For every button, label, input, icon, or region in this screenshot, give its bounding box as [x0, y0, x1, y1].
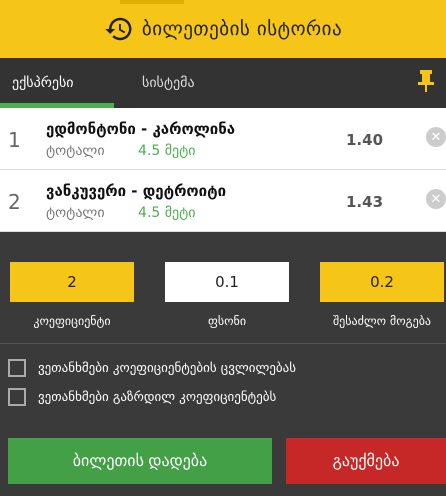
accept-odds-change-label: ვეთანხმები კოეფიციენტების ცვლილებას: [38, 360, 297, 376]
bet-number: 2: [8, 190, 21, 214]
bet-list: 1 ედმონტონი - კაროლინა ტოტალი 4.5 მეტი 1…: [0, 108, 446, 232]
page-header: ბილეთების ისტორია: [0, 0, 446, 58]
accept-odds-change-checkbox[interactable]: [8, 359, 26, 377]
possible-win-value: 0.2: [370, 273, 394, 291]
pin-icon[interactable]: [416, 68, 436, 94]
accept-odds-change-option[interactable]: ვეთანხმები კოეფიციენტების ცვლილებას: [8, 357, 296, 379]
coefficient-value: 2: [67, 273, 77, 291]
cancel-button[interactable]: გაუქმება: [286, 438, 446, 484]
history-icon: [105, 17, 132, 41]
stake-label: ფსონი: [207, 314, 247, 328]
tab-system-label: სისტემა: [142, 75, 195, 91]
bet-pick: 4.5 მეტი: [138, 205, 196, 221]
stake-value: 0.1: [215, 273, 239, 291]
coefficient-label: კოეფიციენტი: [33, 314, 111, 328]
coefficient-box: 2: [10, 262, 134, 302]
bet-row: 2 ვანკუვერი - დეტროიტი ტოტალი 4.5 მეტი 1…: [0, 170, 446, 232]
divider: [0, 343, 446, 344]
remove-bet-icon[interactable]: ✕: [426, 127, 446, 147]
accept-increased-odds-label: ვეთანხმები გაზრდილ კოეფიციენტებს: [38, 389, 277, 405]
stake-input[interactable]: 0.1: [165, 262, 289, 302]
bet-odds: 1.43: [346, 193, 384, 211]
tab-express-label: ექსპრესი: [12, 75, 74, 91]
accept-increased-odds-option[interactable]: ვეთანხმები გაზრდილ კოეფიციენტებს: [8, 386, 276, 408]
place-bet-button[interactable]: ბილეთის დადება: [8, 438, 272, 484]
tab-express[interactable]: ექსპრესი: [12, 58, 74, 108]
remove-bet-icon[interactable]: ✕: [426, 189, 446, 209]
tab-system[interactable]: სისტემა: [142, 58, 195, 108]
tab-bar: ექსპრესი სისტემა: [0, 58, 446, 108]
header-notch: [120, 0, 184, 4]
accept-increased-odds-checkbox[interactable]: [8, 388, 26, 406]
bet-odds: 1.40: [346, 131, 384, 149]
bet-match-title: ვანკუვერი - დეტროიტი: [46, 182, 227, 200]
possible-win-box: 0.2: [320, 262, 444, 302]
bet-number: 1: [8, 128, 21, 152]
bet-row: 1 ედმონტონი - კაროლინა ტოტალი 4.5 მეტი 1…: [0, 108, 446, 170]
possible-win-label: შესაძლო მოგება: [332, 314, 432, 328]
bet-match-title: ედმონტონი - კაროლინა: [46, 120, 236, 138]
bet-market: ტოტალი: [46, 205, 105, 221]
bet-market: ტოტალი: [46, 143, 105, 159]
bet-pick: 4.5 მეტი: [138, 143, 196, 159]
page-title: ბილეთების ისტორია: [141, 18, 343, 40]
